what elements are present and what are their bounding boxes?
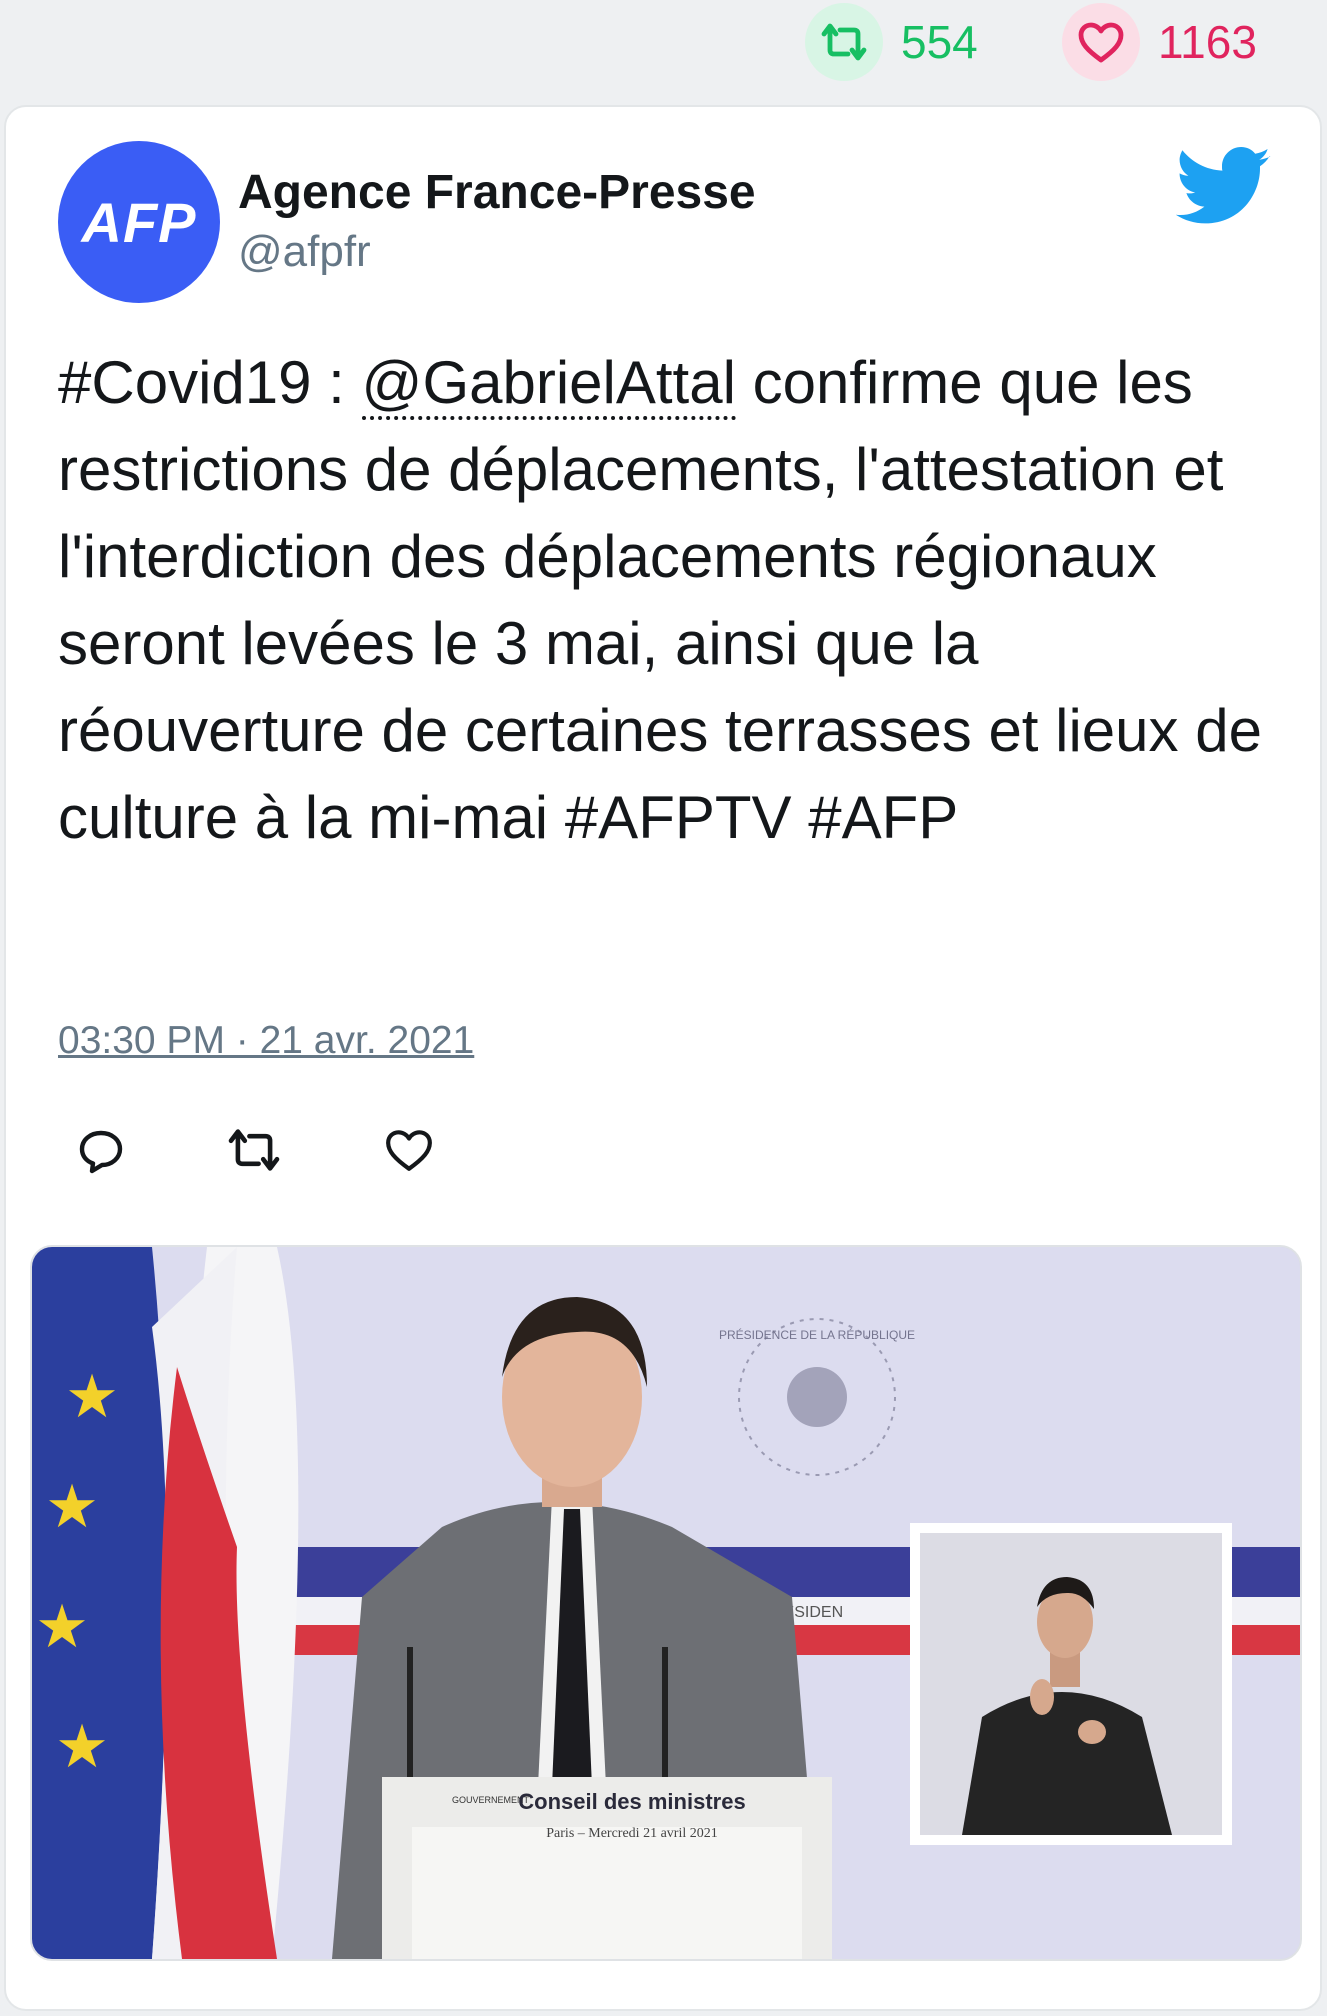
hashtag-link[interactable]: #AFP bbox=[808, 784, 958, 851]
tweet-body: confirme que les restrictions de déplace… bbox=[58, 349, 1262, 851]
engagement-bar: 554 1163 bbox=[0, 0, 1327, 95]
like-count-value: 1163 bbox=[1158, 16, 1257, 68]
retweet-count-value: 554 bbox=[901, 16, 978, 68]
retweet-count[interactable]: 554 bbox=[805, 3, 978, 81]
author-name[interactable]: Agence France-Presse bbox=[238, 165, 756, 220]
sign-language-inset bbox=[910, 1523, 1232, 1845]
podium-title: Conseil des ministres bbox=[518, 1789, 745, 1814]
hashtag-link[interactable]: #AFPTV bbox=[565, 784, 792, 851]
tweet-text: #Covid19 : @GabrielAttal confirme que le… bbox=[58, 339, 1288, 861]
press-conference-photo: PRÉSIDENCE DE LA RÉPUBLIQUE RÉSIDEN ★ ★ … bbox=[32, 1247, 1300, 1959]
svg-text:★: ★ bbox=[55, 1713, 109, 1780]
tweet-media-photo[interactable]: PRÉSIDENCE DE LA RÉPUBLIQUE RÉSIDEN ★ ★ … bbox=[30, 1245, 1302, 1961]
heart-icon[interactable] bbox=[384, 1127, 434, 1178]
author-handle[interactable]: @afpfr bbox=[238, 227, 371, 277]
podium-subtitle: Paris – Mercredi 21 avril 2021 bbox=[546, 1826, 717, 1841]
tweet-card: AFP Agence France-Presse @afpfr #Covid19… bbox=[4, 105, 1322, 2011]
reply-icon[interactable] bbox=[76, 1127, 126, 1180]
mention-link[interactable]: @GabrielAttal bbox=[361, 349, 736, 420]
heart-icon bbox=[1062, 3, 1140, 81]
seal-text: PRÉSIDENCE DE LA RÉPUBLIQUE bbox=[719, 1327, 915, 1342]
svg-text:★: ★ bbox=[45, 1473, 99, 1540]
french-flag bbox=[152, 1247, 299, 1959]
retweet-icon[interactable] bbox=[224, 1127, 284, 1178]
tweet-timestamp[interactable]: 03:30 PM · 21 avr. 2021 bbox=[58, 1019, 474, 1063]
retweet-icon bbox=[805, 3, 883, 81]
twitter-bird-icon[interactable] bbox=[1176, 147, 1272, 227]
eu-flag: ★ ★ ★ ★ bbox=[32, 1247, 167, 1959]
lectern: GOUVERNEMENT Conseil des ministres Paris… bbox=[382, 1777, 832, 1959]
svg-text:★: ★ bbox=[35, 1593, 89, 1660]
hashtag-link[interactable]: #Covid19 bbox=[58, 349, 312, 416]
like-count[interactable]: 1163 bbox=[1062, 3, 1257, 81]
svg-text:★: ★ bbox=[65, 1363, 119, 1430]
avatar[interactable]: AFP bbox=[58, 141, 220, 303]
tweet-separator: : bbox=[311, 349, 362, 416]
avatar-logo-text: AFP bbox=[81, 190, 197, 254]
